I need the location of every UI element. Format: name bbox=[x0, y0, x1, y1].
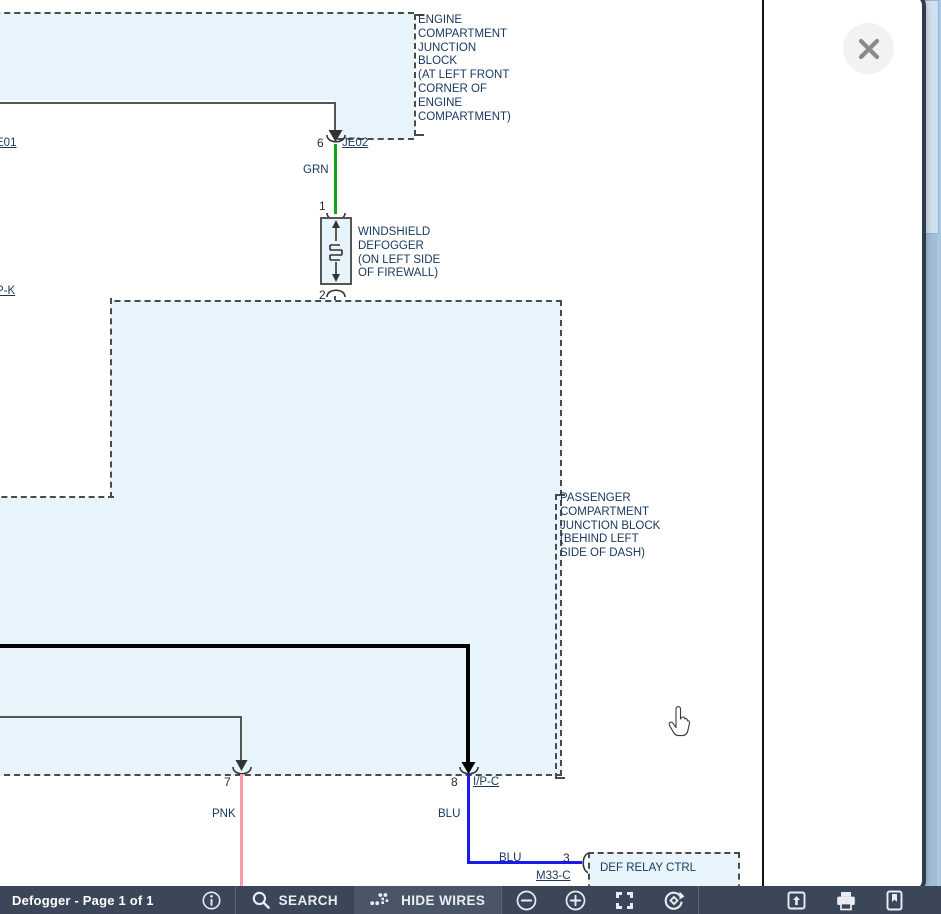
pin-number-1: 1 bbox=[319, 199, 326, 213]
print-icon bbox=[836, 891, 855, 910]
fit-to-screen-button[interactable] bbox=[600, 886, 649, 914]
wires-icon bbox=[370, 893, 389, 906]
passenger-block-upper-left-cutout bbox=[0, 298, 110, 498]
modal-right-blank-pane bbox=[764, 0, 922, 890]
passenger-block-callout-bracket bbox=[555, 494, 565, 779]
bookmark-button[interactable] bbox=[870, 886, 919, 914]
wire-blu-vertical-segment[interactable] bbox=[467, 774, 470, 864]
bus-trace-horizontal-thick bbox=[0, 644, 468, 648]
passenger-block-left-step-outline bbox=[110, 298, 112, 498]
page-title: Defogger - Page 1 of 1 bbox=[12, 892, 154, 908]
zoom-in-button[interactable] bbox=[551, 886, 600, 914]
search-button[interactable]: SEARCH bbox=[236, 886, 354, 914]
wire-label-pnk: PNK bbox=[212, 808, 236, 820]
connector-label-je01[interactable]: E01 bbox=[0, 137, 16, 151]
rotate-button[interactable] bbox=[649, 886, 698, 914]
toolbar-left-section: Defogger - Page 1 of 1 bbox=[0, 886, 236, 914]
windshield-defogger-callout-text: WINDSHIELD DEFOGGER (ON LEFT SIDE OF FIR… bbox=[358, 226, 441, 280]
wiring-diagram: ENGINE COMPARTMENT JUNCTION BLOCK (AT LE… bbox=[0, 4, 762, 890]
toolbar-divider-3 bbox=[698, 886, 700, 914]
bookmark-icon bbox=[886, 890, 903, 910]
info-button[interactable] bbox=[202, 891, 221, 910]
pin-number-3: 3 bbox=[563, 851, 570, 865]
close-button[interactable] bbox=[843, 23, 894, 74]
engine-block-callout-text: ENGINE COMPARTMENT JUNCTION BLOCK (AT LE… bbox=[418, 14, 511, 123]
export-button[interactable] bbox=[772, 886, 821, 914]
rotate-icon bbox=[664, 891, 685, 910]
fit-screen-icon bbox=[616, 891, 634, 909]
bottom-toolbar: Defogger - Page 1 of 1 SEARCH HIDE WIRES bbox=[0, 886, 941, 914]
zoom-in-icon bbox=[565, 890, 586, 910]
trace-to-pin7-horizontal bbox=[0, 716, 242, 718]
trace-to-pin7-vertical bbox=[240, 716, 242, 764]
connector-label-je02[interactable]: JE02 bbox=[342, 137, 368, 151]
diagram-viewport[interactable]: ENGINE COMPARTMENT JUNCTION BLOCK (AT LE… bbox=[0, 0, 762, 890]
engine-block-internal-trace-horizontal bbox=[0, 102, 336, 104]
passenger-block-lower-left-top-edge bbox=[0, 496, 114, 498]
mouse-cursor-pointing-hand bbox=[668, 706, 691, 737]
passenger-block-callout-text: PASSENGER COMPARTMENT JUNCTION BLOCK (BE… bbox=[560, 492, 661, 560]
wire-label-grn: GRN bbox=[303, 164, 329, 176]
diagram-modal-window: ENGINE COMPARTMENT JUNCTION BLOCK (AT LE… bbox=[0, 0, 926, 894]
defogger-pin2-connector-symbol bbox=[326, 289, 346, 297]
wire-grn-segment[interactable] bbox=[334, 144, 337, 214]
bus-trace-vertical-thick bbox=[466, 644, 470, 766]
pin-number-8: 8 bbox=[451, 775, 458, 789]
zoom-out-icon bbox=[516, 890, 537, 910]
pin-number-7: 7 bbox=[224, 775, 231, 789]
hide-wires-button[interactable]: HIDE WIRES bbox=[354, 886, 502, 914]
hide-wires-button-label: HIDE WIRES bbox=[401, 892, 486, 908]
search-icon bbox=[252, 891, 270, 909]
connector-label-ip-c[interactable]: I/P-C bbox=[473, 776, 499, 790]
pin-number-6: 6 bbox=[317, 136, 324, 150]
connector-label-p-k[interactable]: P-K bbox=[0, 285, 15, 299]
wire-label-blu-vertical: BLU bbox=[438, 808, 461, 820]
engine-block-inner-fill bbox=[0, 100, 334, 140]
def-relay-ctrl-label[interactable]: DEF RELAY CTRL bbox=[600, 862, 696, 876]
wire-label-blu-horizontal: BLU bbox=[499, 852, 522, 864]
print-button[interactable] bbox=[821, 886, 870, 914]
wire-pnk-segment[interactable] bbox=[240, 774, 243, 890]
screen: ENGINE COMPARTMENT JUNCTION BLOCK (AT LE… bbox=[0, 0, 941, 914]
zoom-out-button[interactable] bbox=[502, 886, 551, 914]
defogger-element-glyph bbox=[329, 220, 343, 282]
engine-block-callout-bracket bbox=[414, 14, 424, 136]
connector-label-m33-c[interactable]: M33-C bbox=[536, 870, 571, 884]
search-button-label: SEARCH bbox=[278, 892, 339, 908]
info-circle-icon bbox=[202, 891, 221, 909]
export-icon bbox=[787, 891, 806, 909]
close-icon bbox=[858, 38, 879, 59]
